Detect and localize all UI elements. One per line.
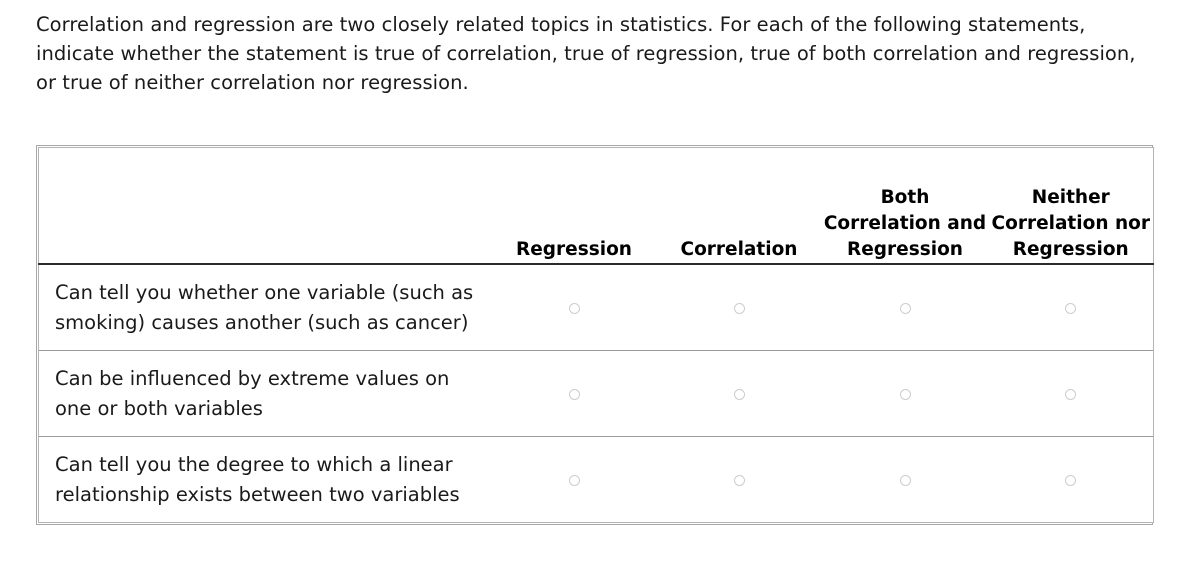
radio-cell-row1-correlation[interactable]	[656, 264, 822, 351]
column-header-correlation: Correlation	[656, 147, 822, 265]
row-label-2: Can be influenced by extreme values on o…	[38, 350, 492, 437]
row-label-1: Can tell you whether one variable (such …	[38, 264, 492, 351]
radio-button-row2-both[interactable]	[899, 389, 911, 400]
question-page: Correlation and regression are two close…	[0, 0, 1200, 575]
table-row: Can be influenced by extreme values on o…	[38, 350, 1154, 437]
radio-cell-row2-both[interactable]	[821, 350, 989, 437]
radio-cell-row1-regression[interactable]	[491, 264, 657, 351]
radio-button-row2-regression[interactable]	[568, 389, 580, 400]
response-matrix-container: Regression Correlation Both Correlation …	[36, 145, 1154, 525]
radio-cell-row2-correlation[interactable]	[656, 350, 822, 437]
column-header-both: Both Correlation and Regression	[821, 147, 989, 265]
column-header-regression: Regression	[491, 147, 657, 265]
radio-button-row3-regression[interactable]	[568, 475, 580, 486]
radio-cell-row2-regression[interactable]	[491, 350, 657, 437]
radio-cell-row1-neither[interactable]	[988, 264, 1154, 351]
matrix-body: Can tell you whether one variable (such …	[38, 264, 1154, 523]
question-prompt: Correlation and regression are two close…	[36, 13, 1136, 94]
radio-cell-row3-regression[interactable]	[491, 436, 657, 523]
row-label-3: Can tell you the degree to which a linea…	[38, 436, 492, 523]
radio-button-row3-neither[interactable]	[1065, 475, 1077, 486]
radio-button-row2-neither[interactable]	[1065, 389, 1077, 400]
statement-column-header	[38, 147, 492, 265]
radio-button-row3-correlation[interactable]	[733, 475, 745, 486]
radio-button-row1-neither[interactable]	[1065, 303, 1077, 314]
radio-button-row1-both[interactable]	[899, 303, 911, 314]
radio-cell-row2-neither[interactable]	[988, 350, 1154, 437]
radio-button-row2-correlation[interactable]	[733, 389, 745, 400]
radio-cell-row1-both[interactable]	[821, 264, 989, 351]
radio-button-row1-correlation[interactable]	[733, 303, 745, 314]
matrix-header: Regression Correlation Both Correlation …	[38, 147, 1154, 265]
radio-button-row1-regression[interactable]	[568, 303, 580, 314]
header-row: Regression Correlation Both Correlation …	[38, 147, 1154, 265]
radio-cell-row3-correlation[interactable]	[656, 436, 822, 523]
radio-cell-row3-neither[interactable]	[988, 436, 1154, 523]
column-header-neither: Neither Correlation nor Regression	[988, 147, 1154, 265]
radio-button-row3-both[interactable]	[899, 475, 911, 486]
response-matrix-table: Regression Correlation Both Correlation …	[38, 147, 1154, 523]
radio-cell-row3-both[interactable]	[821, 436, 989, 523]
table-row: Can tell you the degree to which a linea…	[38, 436, 1154, 523]
table-row: Can tell you whether one variable (such …	[38, 264, 1154, 351]
